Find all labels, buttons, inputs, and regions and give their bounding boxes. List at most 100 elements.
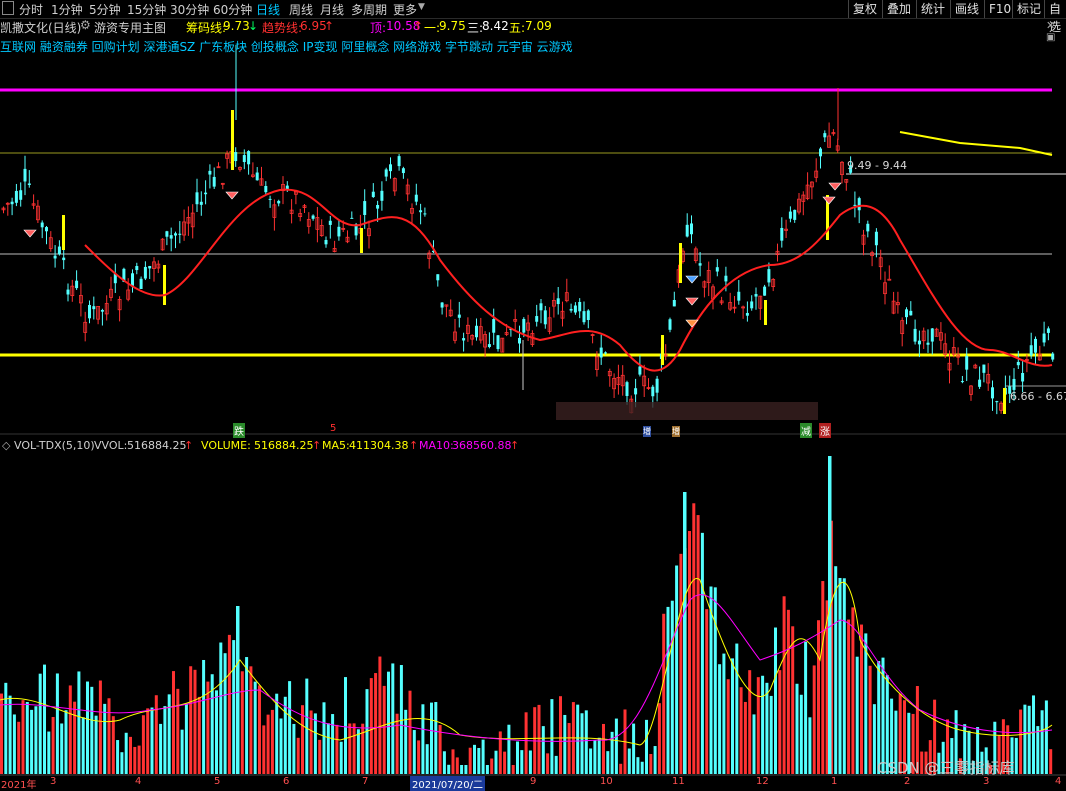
- candle-body: [92, 306, 96, 310]
- candle-body: [242, 155, 246, 163]
- xaxis-label: 6: [283, 776, 290, 787]
- volume-bar: [4, 682, 8, 774]
- signal-candle: [231, 110, 234, 170]
- chevron-down-icon[interactable]: ▼: [418, 2, 425, 12]
- chart-header: 凯撒文化(日线) ⚙ 游资专用主图 筹码线: 9.73 ↓ 趋势线: 6.95 …: [0, 18, 1066, 43]
- volume-bar: [193, 669, 197, 774]
- template-name[interactable]: 游资专用主图: [94, 19, 166, 36]
- draw-line-button[interactable]: 画线: [950, 0, 983, 18]
- redacted-area: [556, 402, 818, 420]
- candle-body: [780, 227, 784, 241]
- volume-indicator-name[interactable]: VOL-TDX(5,10): [14, 439, 95, 452]
- period-tab-5min[interactable]: 5分钟: [89, 1, 121, 18]
- candle-body: [440, 302, 444, 308]
- mark-button[interactable]: 标记: [1012, 0, 1045, 18]
- candle-body: [573, 305, 577, 313]
- volume-bar: [223, 653, 227, 774]
- volume-bar: [51, 716, 55, 774]
- fuquan-button[interactable]: 复权: [848, 0, 881, 18]
- volume-bar: [305, 678, 309, 774]
- candle-body: [1034, 338, 1037, 353]
- candle-body: [350, 217, 354, 219]
- diamond-signal-icon: [828, 182, 842, 191]
- volume-bar: [120, 752, 124, 774]
- candle-body: [389, 164, 392, 172]
- xaxis-label: 12: [756, 776, 769, 787]
- ma10-label: MA10:: [419, 439, 454, 452]
- volume-bar: [55, 673, 59, 774]
- diamond-signal-icon: [685, 297, 699, 306]
- volume-bar: [606, 751, 610, 774]
- arrow-up-icon: ↑: [409, 439, 419, 452]
- f10-button[interactable]: F10: [984, 0, 1015, 18]
- candle-body: [40, 222, 44, 228]
- volume-bar: [743, 701, 747, 774]
- period-tab-daily[interactable]: 日线: [256, 1, 280, 18]
- signal-candle: [661, 335, 664, 365]
- period-tab-multi[interactable]: 多周期: [351, 1, 387, 18]
- volume-bar: [1044, 700, 1048, 774]
- panel-close-icon[interactable]: ✕: [1046, 19, 1055, 32]
- volume-bar: [133, 746, 137, 774]
- period-tab-weekly[interactable]: 周线: [289, 1, 313, 18]
- volume-bar: [683, 492, 687, 774]
- candle-body: [45, 227, 48, 232]
- watermark: CSDN @三零指标库: [877, 759, 1015, 777]
- kline-chart-canvas[interactable]: [0, 0, 1066, 788]
- candle-body: [690, 223, 693, 235]
- menu-icon[interactable]: [2, 1, 14, 15]
- candle-body: [311, 215, 315, 219]
- period-tab-60min[interactable]: 60分钟: [213, 1, 252, 18]
- volume-bar: [322, 702, 326, 774]
- volume-header: ◇ VOL-TDX(5,10) VVOL: 516884.25 ↑ VOLUME…: [0, 439, 600, 453]
- volume-panel-icon[interactable]: ◇: [2, 439, 10, 452]
- volume-bar: [593, 740, 597, 774]
- volume-bar: [1014, 737, 1018, 774]
- arrow-down-icon: ↓: [248, 19, 259, 33]
- volume-bar: [739, 687, 743, 774]
- period-tab-more[interactable]: 更多: [393, 1, 417, 18]
- volume-bar: [348, 723, 352, 774]
- volume-bar: [425, 744, 429, 774]
- candle-body: [767, 269, 771, 283]
- period-tab-30min[interactable]: 30分钟: [170, 1, 209, 18]
- volume-bar: [640, 761, 644, 774]
- volume-bar: [227, 634, 231, 774]
- candle-body: [1016, 361, 1020, 366]
- candle-body: [819, 148, 822, 157]
- candle-body: [1046, 328, 1050, 333]
- volume-bar: [43, 664, 46, 774]
- xaxis-label: 4: [1055, 776, 1062, 787]
- volume-bar: [356, 729, 360, 774]
- period-tab-15min[interactable]: 15分钟: [127, 1, 166, 18]
- volume-bar: [490, 758, 494, 774]
- volume-bar: [146, 708, 150, 774]
- volume-bar: [541, 726, 545, 774]
- volume-bar: [64, 710, 68, 774]
- candle-body: [685, 224, 689, 237]
- level3-label: 三:: [467, 21, 484, 35]
- volume-bar: [726, 679, 730, 774]
- period-tab-monthly[interactable]: 月线: [320, 1, 344, 18]
- xaxis-label: 9: [530, 776, 537, 787]
- volume-bar: [1032, 695, 1035, 774]
- watchlist-button[interactable]: 自选: [1044, 0, 1066, 34]
- volume-bar: [1027, 705, 1031, 774]
- stats-button[interactable]: 统计: [916, 0, 949, 18]
- ma10-value: 368560.88: [452, 439, 512, 452]
- overlay-button[interactable]: 叠加: [882, 0, 915, 18]
- period-tab-fenshi[interactable]: 分时: [19, 1, 43, 18]
- candle-body: [371, 191, 375, 198]
- xaxis-label: 4: [135, 776, 142, 787]
- panel-settings-icon[interactable]: ▣: [1046, 32, 1055, 43]
- volume-bar: [614, 718, 618, 774]
- candle-body: [672, 299, 676, 307]
- period-tab-1min[interactable]: 1分钟: [51, 1, 83, 18]
- candle-body: [462, 338, 466, 341]
- candle-body: [234, 152, 238, 162]
- price-range-high-label: 9.49 - 9.44: [847, 159, 907, 172]
- gear-icon[interactable]: ⚙: [80, 18, 91, 32]
- candle-body: [569, 308, 573, 311]
- candle-body: [397, 156, 401, 167]
- volume-bar: [399, 665, 403, 774]
